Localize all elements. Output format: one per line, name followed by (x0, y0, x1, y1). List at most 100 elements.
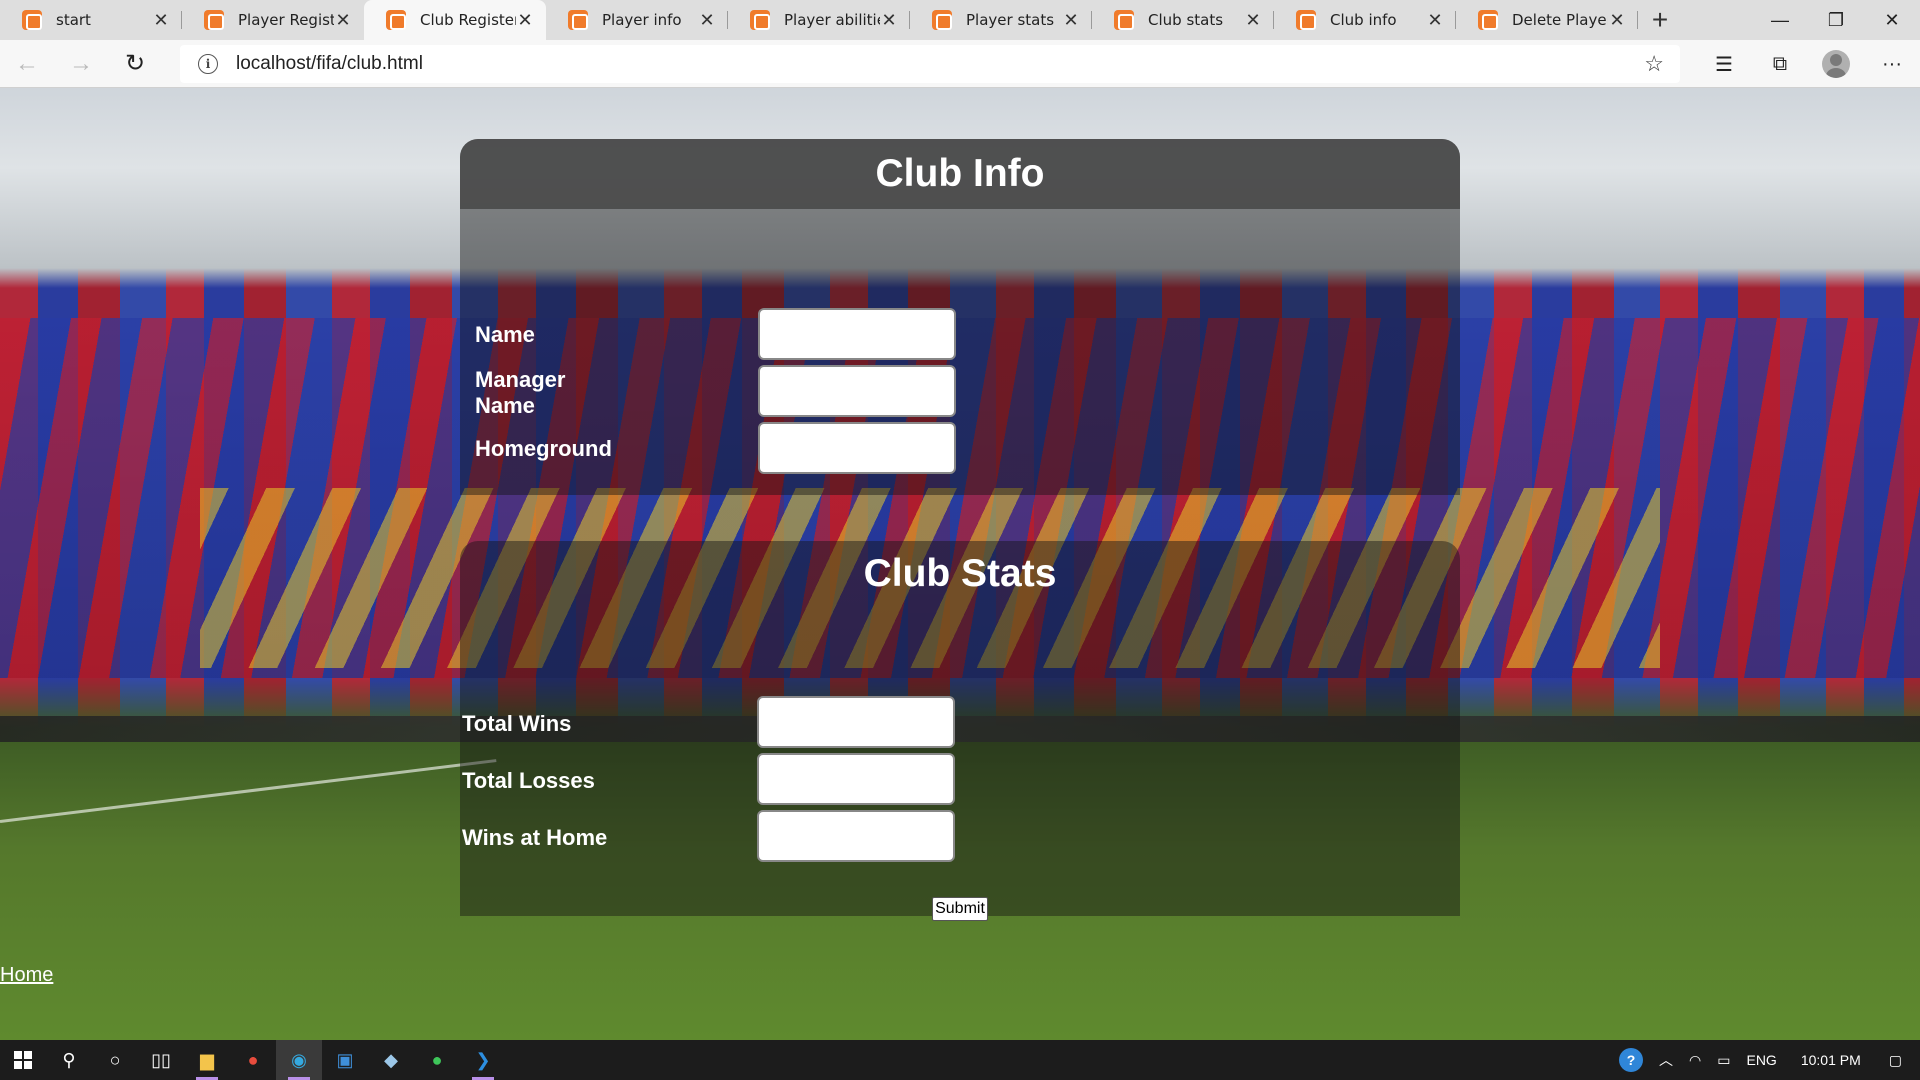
xampp-favicon-icon (568, 10, 588, 30)
name-row: Name (475, 322, 535, 348)
tab-player-info[interactable]: Player info ✕ (546, 0, 728, 40)
collections-icon[interactable]: ⧉ (1752, 40, 1808, 88)
tab-club-info[interactable]: Club info ✕ (1274, 0, 1456, 40)
tab-title: Club stats (1148, 11, 1224, 29)
system-tray: ? ︿ ◠ ▭ ENG 10:01 PM ▢ (1611, 1040, 1920, 1080)
xampp-favicon-icon (932, 10, 952, 30)
url-text[interactable]: localhost/fifa/club.html (236, 53, 1644, 75)
vscode-icon[interactable]: ❯ (460, 1040, 506, 1080)
club-stats-heading: Club Stats (863, 552, 1057, 595)
tab-player-stats[interactable]: Player stats ✕ (910, 0, 1092, 40)
more-menu-icon[interactable]: ··· (1864, 40, 1920, 88)
xampp-favicon-icon (1296, 10, 1316, 30)
window-controls: — ❐ ✕ (1752, 0, 1920, 40)
total-losses-row: Total Losses (462, 768, 595, 794)
wifi-icon[interactable]: ◠ (1689, 1052, 1701, 1069)
photos-icon[interactable]: ▣ (322, 1040, 368, 1080)
wins-at-home-label: Wins at Home (462, 825, 608, 850)
whatsapp-icon[interactable]: ● (414, 1040, 460, 1080)
xampp-favicon-icon (1478, 10, 1498, 30)
tab-club-stats[interactable]: Club stats ✕ (1092, 0, 1274, 40)
chrome-icon[interactable]: ● (230, 1040, 276, 1080)
club-info-form: Club Info Name Manager Name Homeground (460, 139, 1460, 495)
homeground-row: Homeground (475, 436, 612, 462)
favorite-star-icon[interactable]: ☆ (1644, 51, 1664, 77)
language-indicator[interactable]: ENG (1746, 1052, 1776, 1068)
homeground-label: Homeground (475, 436, 612, 461)
taskbar: ⚲ ○ ▯▯ ▆ ● ◉ ▣ ◆ ● ❯ ? ︿ ◠ ▭ ENG 10:01 P… (0, 1040, 1920, 1080)
name-input[interactable] (758, 308, 956, 360)
total-wins-label: Total Wins (462, 711, 572, 736)
browser-toolbar: ← → ↻ i localhost/fifa/club.html ☆ ☰ ⧉ ·… (0, 40, 1920, 88)
address-bar[interactable]: i localhost/fifa/club.html ☆ (180, 45, 1680, 83)
close-tab-icon[interactable]: ✕ (1426, 10, 1444, 31)
total-wins-row: Total Wins (462, 711, 571, 737)
favorites-icon[interactable]: ☰ (1696, 40, 1752, 88)
windows-start-icon[interactable] (0, 1040, 46, 1080)
refresh-icon[interactable]: ↻ (108, 44, 162, 84)
total-wins-input[interactable] (757, 696, 955, 748)
close-tab-icon[interactable]: ✕ (698, 10, 716, 31)
club-stats-form: Club Stats Total Wins Total Losses Wins … (460, 541, 1460, 921)
close-tab-icon[interactable]: ✕ (880, 10, 898, 31)
help-icon[interactable]: ? (1619, 1048, 1644, 1072)
app-icon[interactable]: ◆ (368, 1040, 414, 1080)
xampp-favicon-icon (386, 10, 406, 30)
edge-icon[interactable]: ◉ (276, 1040, 322, 1080)
tab-player-register[interactable]: Player Register ✕ (182, 0, 364, 40)
back-arrow-icon[interactable]: ← (0, 44, 54, 84)
tab-delete-player[interactable]: Delete Player ✕ (1456, 0, 1638, 40)
clock[interactable]: 10:01 PM (1801, 1052, 1861, 1068)
search-icon[interactable]: ⚲ (46, 1040, 92, 1080)
tab-title: Player info (602, 11, 682, 29)
tab-title: Club Register F (420, 11, 516, 29)
stadium-background-pitchline (0, 759, 497, 823)
wins-at-home-row: Wins at Home (462, 825, 607, 851)
file-explorer-icon[interactable]: ▆ (184, 1040, 230, 1080)
profile-avatar-icon[interactable] (1822, 50, 1850, 78)
manager-name-row: Manager Name (475, 367, 615, 419)
close-tab-icon[interactable]: ✕ (152, 10, 170, 31)
tab-title: Player stats (966, 11, 1055, 29)
close-tab-icon[interactable]: ✕ (334, 10, 352, 31)
wins-at-home-input[interactable] (757, 810, 955, 862)
xampp-favicon-icon (1114, 10, 1134, 30)
battery-icon[interactable]: ▭ (1717, 1052, 1730, 1069)
total-losses-label: Total Losses (462, 768, 595, 793)
club-info-heading: Club Info (460, 139, 1460, 209)
tab-strip: start ✕ Player Register ✕ Club Register … (0, 0, 1920, 40)
cortana-icon[interactable]: ○ (92, 1040, 138, 1080)
new-tab-button[interactable]: + (1638, 0, 1682, 40)
total-losses-input[interactable] (757, 753, 955, 805)
close-tab-icon[interactable]: ✕ (516, 10, 534, 31)
name-label: Name (475, 322, 535, 347)
tab-player-abilities[interactable]: Player abilities ✕ (728, 0, 910, 40)
xampp-favicon-icon (22, 10, 42, 30)
site-info-icon[interactable]: i (198, 54, 218, 74)
restore-icon[interactable]: ❐ (1808, 0, 1864, 40)
tab-title: Delete Player (1512, 11, 1608, 29)
tab-club-register[interactable]: Club Register F ✕ (364, 0, 546, 40)
close-window-icon[interactable]: ✕ (1864, 0, 1920, 40)
xampp-favicon-icon (204, 10, 224, 30)
forward-arrow-icon[interactable]: → (54, 44, 108, 84)
tab-start[interactable]: start ✕ (0, 0, 182, 40)
manager-name-input[interactable] (758, 365, 956, 417)
close-tab-icon[interactable]: ✕ (1062, 10, 1080, 31)
close-tab-icon[interactable]: ✕ (1244, 10, 1262, 31)
notifications-icon[interactable]: ▢ (1889, 1052, 1902, 1069)
home-link[interactable]: Home (0, 964, 53, 987)
tab-title: start (56, 11, 91, 29)
submit-button[interactable]: Submit (932, 897, 988, 921)
page-viewport: Club Info Name Manager Name Homeground C… (0, 88, 1920, 1040)
tab-title: Player Register (238, 11, 334, 29)
close-tab-icon[interactable]: ✕ (1608, 10, 1626, 31)
minimize-icon[interactable]: — (1752, 0, 1808, 40)
tab-title: Player abilities (784, 11, 880, 29)
homeground-input[interactable] (758, 422, 956, 474)
xampp-favicon-icon (750, 10, 770, 30)
chevron-up-icon[interactable]: ︿ (1659, 1050, 1673, 1070)
task-view-icon[interactable]: ▯▯ (138, 1040, 184, 1080)
manager-name-label: Manager Name (475, 367, 566, 418)
tab-title: Club info (1330, 11, 1397, 29)
